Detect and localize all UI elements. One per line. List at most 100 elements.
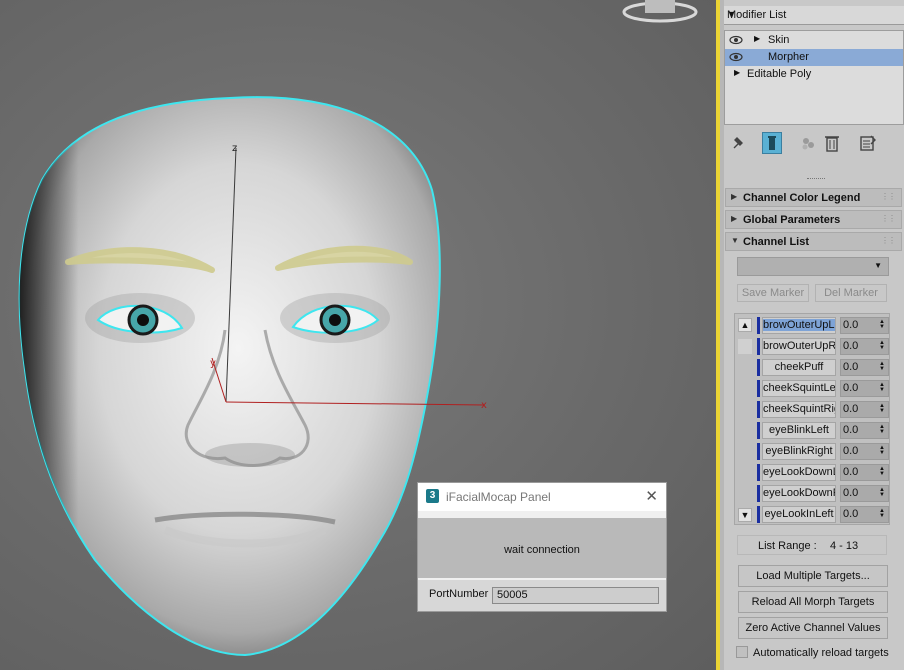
channel-name-button[interactable]: cheekSquintRight (762, 401, 836, 418)
eye-icon[interactable] (729, 52, 743, 62)
channel-row: eyeBlinkRight 0.0 ▲ ▼ (757, 442, 889, 461)
stack-item-editable-poly[interactable]: ▶ Editable Poly (725, 66, 903, 83)
remove-modifier-icon[interactable] (822, 132, 842, 154)
dialog-body: wait connection (418, 518, 666, 578)
expand-triangle-icon[interactable]: ▶ (754, 34, 760, 43)
channel-name-button[interactable]: eyeLookDownLeft (762, 464, 836, 481)
channel-value-spinner[interactable]: 0.0 ▲ ▼ (840, 443, 889, 460)
channel-value-spinner[interactable]: 0.0 ▲ ▼ (840, 506, 889, 523)
drag-handle-icon[interactable]: ⋮⋮ (881, 236, 896, 245)
pin-icon[interactable] (728, 132, 748, 154)
zero-active-channel-values-button[interactable]: Zero Active Channel Values (738, 617, 888, 639)
channel-value-spinner[interactable]: 0.0 ▲ ▼ (840, 359, 889, 376)
scroll-track[interactable] (738, 339, 752, 354)
channel-value: 0.0 (843, 445, 859, 457)
channel-color-bar (757, 359, 760, 376)
channel-value: 0.0 (843, 319, 859, 331)
axis-x-label: x (481, 400, 487, 411)
expand-triangle-icon: ▶ (731, 214, 738, 223)
channel-value-spinner[interactable]: 0.0 ▲ ▼ (840, 422, 889, 439)
modifier-stack: ▶ Skin Morpher ▶ Editable Poly (724, 30, 904, 125)
rollout-title: Channel Color Legend (743, 192, 861, 204)
spinner-arrows-icon[interactable]: ▲ ▼ (879, 487, 885, 498)
channel-row: cheekPuff 0.0 ▲ ▼ (757, 358, 889, 377)
channel-color-bar (757, 317, 760, 334)
channel-color-bar (757, 338, 760, 355)
channel-value-spinner[interactable]: 0.0 ▲ ▼ (840, 464, 889, 481)
modifier-list-dropdown[interactable]: Modifier List ▼ (724, 6, 904, 25)
del-marker-button[interactable]: Del Marker (815, 284, 887, 302)
panel-resize-grip[interactable] (807, 178, 825, 181)
channel-value-spinner[interactable]: 0.0 ▲ ▼ (840, 317, 889, 334)
channel-name-button[interactable]: eyeLookDownRight (762, 485, 836, 502)
stack-item-skin[interactable]: ▶ Skin (725, 32, 903, 49)
rollout-title: Global Parameters (743, 214, 841, 226)
channel-name-button[interactable]: eyeLookInLeft (762, 506, 836, 523)
drag-handle-icon[interactable]: ⋮⋮ (881, 192, 896, 201)
make-unique-icon[interactable] (798, 132, 818, 154)
reload-all-morph-targets-button[interactable]: Reload All Morph Targets (738, 591, 888, 613)
rollout-global-parameters[interactable]: ▶ Global Parameters ⋮⋮ (725, 210, 902, 229)
spinner-arrows-icon[interactable]: ▲ ▼ (879, 466, 885, 477)
save-marker-button[interactable]: Save Marker (737, 284, 809, 302)
ifacialmocap-dialog: 3 iFacialMocap Panel ✕ wait connection P… (417, 482, 667, 612)
channel-name-button[interactable]: cheekSquintLeft (762, 380, 836, 397)
port-number-input[interactable]: 50005 (492, 587, 659, 604)
dropdown-arrow-icon: ▼ (727, 9, 736, 19)
close-icon[interactable]: ✕ (645, 487, 658, 505)
rollout-channel-color-legend[interactable]: ▶ Channel Color Legend ⋮⋮ (725, 188, 902, 207)
list-range-label: List Range : (758, 540, 817, 552)
spinner-arrows-icon[interactable]: ▲ ▼ (879, 382, 885, 393)
modifier-stack-toolbar (724, 130, 904, 156)
channel-color-bar (757, 380, 760, 397)
channel-name-button[interactable]: cheekPuff (762, 359, 836, 376)
viewcube[interactable] (622, 0, 698, 23)
channel-value-spinner[interactable]: 0.0 ▲ ▼ (840, 401, 889, 418)
channel-color-bar (757, 422, 760, 439)
show-end-result-icon[interactable] (762, 132, 782, 154)
channel-name-button[interactable]: browOuterUpLeft (762, 317, 836, 334)
spinner-arrows-icon[interactable]: ▲ ▼ (879, 319, 885, 330)
channel-name-button[interactable]: eyeBlinkLeft (762, 422, 836, 439)
spinner-arrows-icon[interactable]: ▲ ▼ (879, 361, 885, 372)
spinner-arrows-icon[interactable]: ▲ ▼ (879, 403, 885, 414)
channel-value: 0.0 (843, 361, 859, 373)
spinner-arrows-icon[interactable]: ▲ ▼ (879, 424, 885, 435)
dialog-titlebar[interactable]: 3 iFacialMocap Panel ✕ (418, 483, 666, 511)
configure-modifier-sets-icon[interactable] (858, 132, 878, 154)
scroll-down-icon[interactable]: ▼ (738, 508, 752, 522)
load-multiple-targets-button[interactable]: Load Multiple Targets... (738, 565, 888, 587)
spinner-arrows-icon[interactable]: ▲ ▼ (879, 445, 885, 456)
channel-name: browOuterUpLeft (763, 319, 835, 331)
channel-name-button[interactable]: eyeBlinkRight (762, 443, 836, 460)
expand-triangle-icon[interactable]: ▶ (734, 68, 740, 77)
auto-reload-checkbox[interactable] (736, 646, 748, 658)
marker-dropdown[interactable]: ▼ (737, 257, 889, 276)
port-label: PortNumber (429, 588, 489, 600)
channel-value: 0.0 (843, 487, 859, 499)
spinner-arrows-icon[interactable]: ▲ ▼ (879, 508, 885, 519)
rollout-title: Channel List (743, 236, 810, 248)
channel-name-button[interactable]: browOuterUpRight (762, 338, 836, 355)
channel-color-bar (757, 443, 760, 460)
stack-item-morpher[interactable]: Morpher (725, 49, 903, 66)
axis-z-label: z (232, 143, 237, 154)
channel-row: eyeBlinkLeft 0.0 ▲ ▼ (757, 421, 889, 440)
spinner-arrows-icon[interactable]: ▲ ▼ (879, 340, 885, 351)
channel-row: eyeLookDownLeft 0.0 ▲▼ (757, 463, 889, 482)
channel-color-bar (757, 485, 760, 502)
list-range: List Range : 4 - 13 (737, 535, 887, 555)
channel-color-bar (757, 506, 760, 523)
channel-value-spinner[interactable]: 0.0 ▲ ▼ (840, 380, 889, 397)
dialog-title: iFacialMocap Panel (446, 490, 551, 504)
channel-value-spinner[interactable]: 0.0 ▲ ▼ (840, 485, 889, 502)
channel-value: 0.0 (843, 466, 859, 478)
drag-handle-icon[interactable]: ⋮⋮ (881, 214, 896, 223)
scroll-up-icon[interactable]: ▲ (738, 318, 752, 332)
eye-icon[interactable] (729, 35, 743, 45)
channel-value: 0.0 (843, 382, 859, 394)
rollout-channel-list[interactable]: ▼ Channel List ⋮⋮ (725, 232, 902, 251)
channel-value-spinner[interactable]: 0.0 ▲ ▼ (840, 338, 889, 355)
channel-row: eyeLookDownRight 0.0 ▲▼ (757, 484, 889, 503)
channel-value: 0.0 (843, 340, 859, 352)
